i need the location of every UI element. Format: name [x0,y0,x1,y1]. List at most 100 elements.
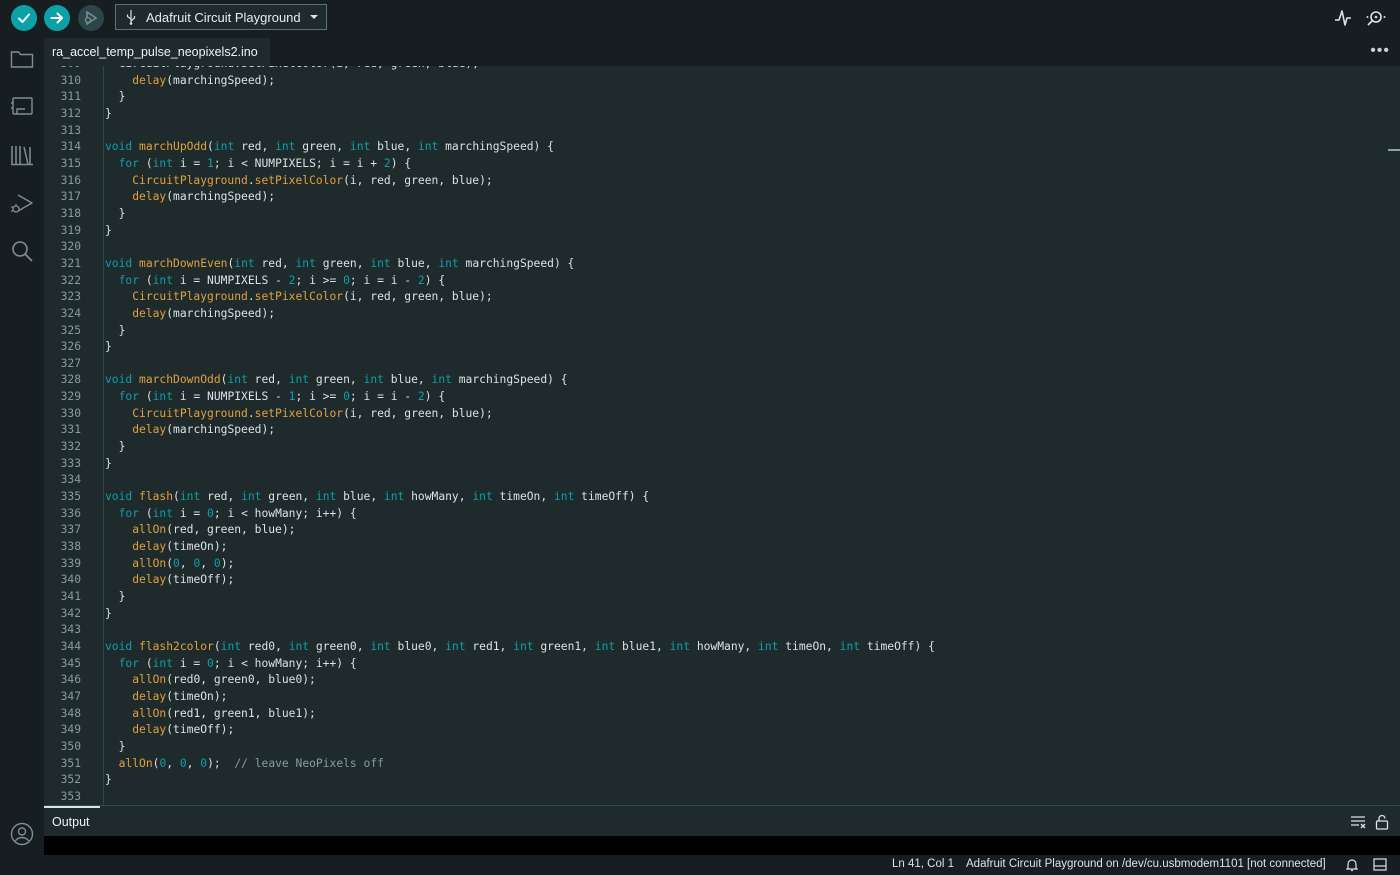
upload-button[interactable] [44,5,70,31]
line-number: 319 [60,223,81,237]
code-token: int [227,373,248,387]
line-number: 311 [60,90,81,104]
line-code: } [105,589,126,606]
code-line[interactable]: 310 delay(marchingSpeed); [44,73,275,90]
code-token: allOn [132,556,167,570]
line-code: } [105,106,112,123]
code-token: marchDownOdd [139,373,221,387]
panel-toggle-icon[interactable] [1373,858,1387,874]
code-line[interactable]: 318 } [44,206,126,223]
code-line[interactable]: 341 } [44,589,126,606]
code-line[interactable]: 312} [44,106,112,123]
debug-button[interactable] [78,5,104,31]
code-line[interactable]: 322 for (int i = NUMPIXELS - 2 ; i >= 0; … [44,273,446,290]
code-token: 0 [179,756,187,770]
code-line[interactable]: 330 CircuitPlayground.setPixelColor(i, r… [44,406,493,423]
code-line[interactable]: 348 allOn(red1, green1, blue1); [44,706,316,723]
serial-monitor-icon[interactable] [1365,8,1387,33]
code-token: (marchingSpeed); [166,190,276,204]
more-options-icon[interactable]: ••• [1370,42,1390,60]
code-line[interactable]: 346 allOn(red0, green0, blue0); [44,672,316,689]
code-line[interactable]: 320 [44,239,81,256]
code-line[interactable]: 333} [44,456,112,473]
code-line[interactable]: 324 delay(marchingSpeed); [44,306,275,323]
code-line[interactable]: 327 [44,356,81,373]
code-editor[interactable]: 309 CircuitPlayground.setPixelColor(i, r… [44,66,1400,805]
code-token: green0, [309,639,371,653]
code-line[interactable]: 350 } [44,739,126,756]
code-token: marchUpOdd [139,140,208,154]
line-number: 344 [60,639,81,653]
line-number: 327 [60,356,81,370]
code-line[interactable]: 345 for (int i = 0; i < howMany; i++) { [44,656,357,673]
code-token: CircuitPlayground [132,406,248,420]
code-line[interactable]: 313 [44,123,81,140]
unlock-icon[interactable] [1375,814,1389,835]
code-line[interactable]: 339 allOn(0, 0, 0); [44,556,235,573]
output-tab[interactable]: Output [52,815,90,829]
code-line[interactable]: 314 void marchUpOdd(int red, int green, i… [44,139,554,156]
code-line[interactable]: 343 [44,622,81,639]
code-line[interactable]: 344 void flash2color(int red0, int green0… [44,639,935,656]
code-line[interactable]: 323 CircuitPlayground.setPixelColor(i, r… [44,289,493,306]
code-line[interactable]: 342} [44,606,112,623]
tab-sketch-file[interactable]: ra_accel_temp_pulse_neopixels2.ino [44,38,270,66]
code-line[interactable]: 316 CircuitPlayground.setPixelColor(i, r… [44,173,493,190]
code-token: 2 [383,156,391,170]
code-line[interactable]: 329 for (int i = NUMPIXELS - 1; i >= 0; … [44,389,446,406]
code-line[interactable]: 326} [44,339,112,356]
code-line[interactable]: 351 allOn(0, 0, 0); // leave NeoPixels o… [44,756,384,773]
account-icon[interactable] [9,821,35,847]
code-line[interactable]: 309 CircuitPlayground.setPixelColor(i, r… [44,66,479,73]
code-line[interactable]: 315 for (int i = 1; i < NUMPIXELS; i = i… [44,156,412,173]
board-selector[interactable]: Adafruit Circuit Playground [115,4,327,30]
scrollbar-marker[interactable] [1388,149,1400,151]
code-line[interactable]: 332 } [44,439,126,456]
line-code: for (int i = 0; i < howMany; i++) { [105,656,357,673]
code-line[interactable]: 321 void marchDownEven(int red, int green… [44,256,575,273]
bell-icon[interactable] [1345,858,1359,875]
code-token: int [370,256,391,270]
line-code: delay(timeOn); [105,539,227,556]
serial-plotter-icon[interactable] [1334,8,1352,33]
code-token: int [669,639,691,653]
code-token: . [247,406,255,420]
library-icon[interactable] [9,142,35,168]
clear-output-icon[interactable] [1350,815,1366,834]
boards-manager-icon[interactable] [9,93,35,119]
code-line[interactable]: 319} [44,223,112,240]
code-line[interactable]: 334 [44,472,81,489]
code-line[interactable]: 352} [44,772,112,789]
line-number: 348 [60,706,81,720]
code-line[interactable]: 340 delay(timeOff); [44,572,235,589]
line-code: void marchDownOdd(int red, int green, in… [105,372,568,389]
line-code: for (int i = 1; i < NUMPIXELS; i = i + 2… [105,156,412,173]
code-token: marchDownEven [139,256,228,270]
code-token: i = [173,656,208,670]
code-line[interactable]: 335 void flash(int red, int green, int bl… [44,489,650,506]
code-line[interactable]: 331 delay(marchingSpeed); [44,422,275,439]
search-icon[interactable] [9,238,35,264]
code-line[interactable]: 347 delay(timeOn); [44,689,228,706]
line-code: for (int i = 0; i < howMany; i++) { [105,506,357,523]
code-line[interactable]: 337 allOn(red, green, blue); [44,522,296,539]
code-line[interactable]: 311 } [44,89,126,106]
code-line[interactable]: 353 [44,789,81,805]
line-code: delay(timeOff); [105,572,234,589]
code-line[interactable]: 317 delay(marchingSpeed); [44,189,275,206]
code-token: ( [173,490,180,504]
debug-run-icon[interactable] [9,191,35,217]
code-token: green, [315,256,371,270]
code-line[interactable]: 338 delay(timeOn); [44,539,228,556]
output-console[interactable] [44,836,1400,855]
folder-icon[interactable] [9,46,35,72]
verify-button[interactable] [11,5,37,31]
code-line[interactable]: 336 for (int i = 0; i < howMany; i++) { [44,506,357,523]
code-line[interactable]: 325 } [44,323,126,340]
code-line[interactable]: 349 delay(timeOff); [44,722,235,739]
code-line[interactable]: 328 void marchDownOdd(int red, int green,… [44,372,568,389]
